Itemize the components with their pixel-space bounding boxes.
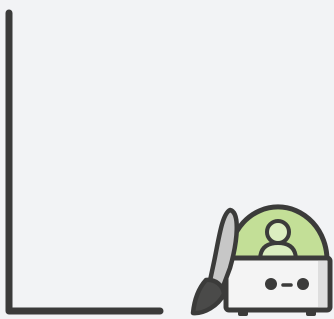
right-foot — [306, 310, 316, 316]
person-head — [265, 219, 291, 245]
left-eye — [265, 278, 277, 290]
box-right-face — [318, 261, 327, 307]
left-foot — [238, 310, 248, 316]
illustration-canvas — [0, 0, 334, 319]
robot-box — [223, 255, 333, 313]
right-eye — [297, 278, 309, 290]
box-body — [223, 255, 333, 313]
